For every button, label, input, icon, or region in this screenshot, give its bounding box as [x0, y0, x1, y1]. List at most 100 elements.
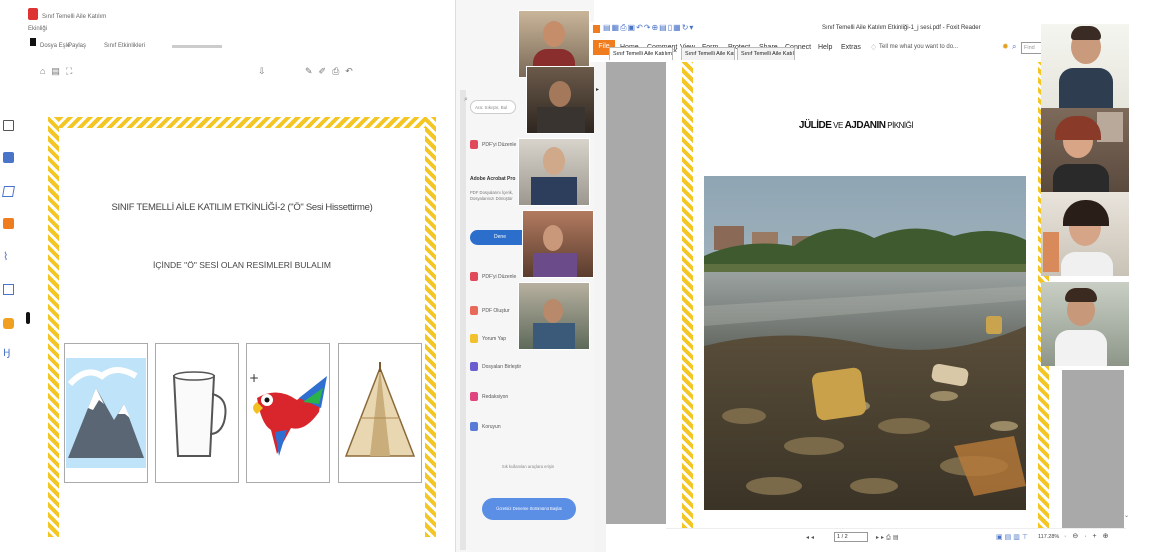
menu-placeholder [172, 45, 222, 48]
participant-video-right-1[interactable] [1041, 24, 1129, 108]
svg-text:+: + [249, 371, 259, 385]
worksheet-subtitle: İÇİNDE "Ö" SESİ OLAN RESİMLERİ BULALIM [153, 260, 331, 270]
tool-combine[interactable]: Dosyaları Birleştir [470, 362, 521, 371]
find-input[interactable]: Find [1021, 42, 1043, 54]
lock-icon[interactable] [3, 318, 14, 329]
acrobat-section-title: Adobe Acrobat Pro [470, 176, 516, 182]
participant-body [533, 253, 577, 277]
worksheet-title: SINIF TEMELLİ AİLE KATILIM ETKİNLİĞİ-2 (… [111, 202, 373, 213]
participant-body [1061, 252, 1113, 276]
find-icon: ⌕ [1012, 42, 1017, 51]
app-logo-icon [28, 8, 38, 20]
participant-body [1059, 68, 1113, 108]
picture-parrot[interactable]: + [246, 343, 330, 483]
foxit-status-bar: ◂◂ 1 / 2 ▸▸⎙▤ ▣▤▥⊤ 117.28% ·⊖·+⊕ [666, 528, 1126, 550]
tool-label: Dosyaları Birleştir [482, 363, 522, 370]
tool-protect[interactable]: Koruyun [470, 422, 501, 431]
menu-item-file[interactable]: Dosya Eşle [40, 43, 70, 49]
menu-extras[interactable]: Extras [841, 44, 861, 51]
bookmark-icon[interactable] [3, 152, 14, 163]
page-thumbnail-icon[interactable] [3, 120, 14, 131]
foxit-pdf-page: JÜLİDE VE AJDANIN PİKNİĞİ [666, 62, 1049, 528]
settings-icon[interactable]: ✹ [1002, 42, 1009, 51]
search-icon: ⌕ [464, 96, 468, 103]
cursor-mark [30, 38, 36, 46]
ribbon-border-right [425, 117, 436, 537]
participant-body [1053, 164, 1109, 192]
tool-edit-pdf[interactable]: PDF'yi Düzenle [470, 272, 516, 281]
background-shelf [1043, 232, 1059, 272]
participant-video-4[interactable] [522, 210, 594, 278]
picture-tent[interactable] [338, 343, 422, 483]
try-button[interactable]: Dene [470, 230, 530, 245]
search-input[interactable]: Ara: Sıkıştır, Bul [470, 100, 516, 114]
right-gray-area [1062, 370, 1124, 528]
menu-item-activities[interactable]: Sınıf Etkinlikleri [104, 43, 145, 49]
left-toolbar-icons[interactable]: ⌂▤⛶ [40, 66, 78, 77]
signature-icon[interactable] [3, 218, 14, 229]
participant-body [537, 107, 585, 133]
participant-hair [1071, 26, 1101, 40]
tab-3[interactable]: Sınıf Temelli Aile Katılı... [737, 47, 795, 60]
ribbon-border-top [48, 117, 436, 128]
menu-help[interactable]: Help [818, 44, 832, 51]
document-title: Sınıf Temelli Aile Katılım [42, 14, 107, 20]
attachment-icon[interactable]: ⌇ [3, 252, 14, 263]
left-scroll-strip[interactable] [460, 90, 466, 550]
acrobat-section-text: PDF Dosyalarını İçerik, Dosyalarınızı Dö… [470, 190, 514, 201]
heading-name-2: AJDANIN [844, 120, 886, 131]
page-nav-next-icons[interactable]: ▸▸⎙▤ [876, 534, 901, 542]
tab-active[interactable]: Sınıf Temelli Aile Katılım... [609, 47, 673, 60]
tool-label: Koruyun [482, 423, 501, 430]
tell-me-search[interactable]: Tell me what you want to do... [879, 44, 958, 50]
participant-video-right-3[interactable] [1041, 192, 1129, 276]
acrobat-footer-text: Sık kullanılan araçlara erişin [501, 464, 555, 469]
tab-2[interactable]: Sınıf Temelli Aile Katılı... [681, 47, 735, 60]
start-trial-button[interactable]: Ücretsiz Deneme Sürümünü Başlat [482, 498, 576, 520]
tool-label: Redaksiyon [482, 393, 509, 400]
participant-video-right-2[interactable] [1041, 108, 1129, 192]
search-text-icon[interactable]: Ꜧ [3, 348, 14, 359]
pdf-edit-icon [470, 140, 478, 149]
foxit-left-iconbar [594, 60, 606, 552]
picture-mountain[interactable] [64, 343, 148, 483]
tool-edit-pdf-top[interactable]: PDF'yi Düzenle [470, 140, 516, 149]
heading-and: VE [831, 121, 845, 130]
participant-face [549, 81, 571, 107]
combine-icon [470, 362, 478, 371]
zoom-controls[interactable]: ·⊖·+⊕ [1064, 532, 1114, 540]
page-nav-prev-icons[interactable]: ◂◂ [806, 534, 816, 541]
picture-mug[interactable] [155, 343, 239, 483]
page-number-input[interactable]: 1 / 2 [834, 532, 868, 542]
tool-label: PDF'yi Düzenle [482, 273, 517, 280]
view-mode-icons[interactable]: ▣▤▥⊤ [996, 533, 1030, 541]
participant-face [543, 147, 565, 175]
ribbon-border-left [682, 62, 693, 528]
participant-body [533, 323, 575, 349]
page-nav-icon[interactable]: ⇩ [258, 66, 266, 77]
tool-create-pdf[interactable]: PDF Oluştur [470, 306, 510, 315]
pdf-icon [470, 272, 478, 281]
navigation-pane [606, 62, 666, 524]
comment-icon [470, 334, 478, 343]
participant-video-2[interactable] [526, 66, 594, 134]
menu-item-share[interactable]: Paylaş [68, 43, 86, 49]
participant-video-right-4[interactable] [1041, 282, 1129, 366]
quick-access-icons[interactable]: ▤▦⎙▣↶↷⊕▤▯▦↻▾ [603, 23, 694, 33]
layers-icon[interactable] [2, 186, 15, 197]
participant-video-3[interactable] [518, 138, 590, 206]
fields-icon[interactable] [3, 284, 14, 295]
tool-label: PDF Oluştur [482, 307, 510, 314]
participant-body [531, 177, 577, 205]
create-pdf-icon [470, 306, 478, 315]
tab-close-icon[interactable]: × [673, 48, 677, 55]
heading-name-1: JÜLİDE [798, 120, 832, 131]
annotation-tool-icons[interactable]: ✎✐⎙↶ [305, 66, 359, 77]
scroll-down-icon[interactable]: ⌄ [1124, 512, 1129, 519]
tool-redact[interactable]: Redaksiyon [470, 392, 508, 401]
collapse-arrow-icon[interactable]: ▸ [596, 86, 599, 93]
tool-comment[interactable]: Yorum Yap [470, 334, 506, 343]
participant-hair [1063, 200, 1109, 226]
participant-video-5[interactable] [518, 282, 590, 350]
redact-icon [470, 392, 478, 401]
